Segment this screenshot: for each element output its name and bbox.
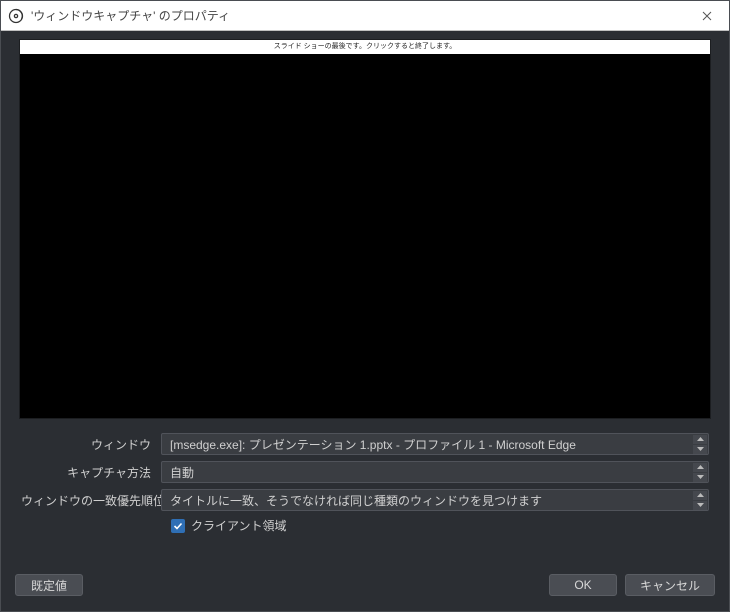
select-capture-method-spin-up[interactable] [693,463,707,472]
select-capture-method-spin-down[interactable] [693,473,707,482]
select-match-priority-spin [692,490,708,510]
select-match-priority-wrap: タイトルに一致、そうでなければ同じ種類のウィンドウを見つけます [161,489,709,511]
ok-button-label: OK [574,578,591,592]
select-match-priority-spin-down[interactable] [693,501,707,510]
select-capture-method-spin [692,462,708,482]
select-window-spin-up[interactable] [693,435,707,444]
row-capture-method: キャプチャ方法 自動 [21,461,709,483]
capture-preview: スライド ショーの最後です。クリックすると終了します。 [19,39,711,419]
select-capture-method[interactable]: 自動 [161,461,709,483]
dialog-body: スライド ショーの最後です。クリックすると終了します。 ウィンドウ [msedg… [1,31,729,567]
select-capture-method-value: 自動 [170,464,194,481]
label-window: ウィンドウ [21,436,161,453]
select-window-value: [msedge.exe]: プレゼンテーション 1.pptx - プロファイル … [170,436,576,453]
label-capture-method: キャプチャ方法 [21,464,161,481]
properties-dialog: 'ウィンドウキャプチャ' のプロパティ スライド ショーの最後です。クリックする… [0,0,730,612]
preview-content: スライド ショーの最後です。クリックすると終了します。 [20,40,710,418]
preview-source-topbar-text: スライド ショーの最後です。クリックすると終了します。 [20,41,710,51]
titlebar: 'ウィンドウキャプチャ' のプロパティ [1,1,729,31]
label-match-priority: ウィンドウの一致優先順位 [21,492,161,509]
dialog-title: 'ウィンドウキャプチャ' のプロパティ [31,7,685,24]
row-client-area: クライアント領域 [21,517,709,534]
checkbox-client-area[interactable] [171,519,185,533]
properties-form: ウィンドウ [msedge.exe]: プレゼンテーション 1.pptx - プ… [7,429,723,534]
defaults-button[interactable]: 既定値 [15,574,83,596]
defaults-button-label: 既定値 [31,577,67,594]
select-match-priority-spin-up[interactable] [693,491,707,500]
app-icon [7,7,25,25]
select-match-priority-value: タイトルに一致、そうでなければ同じ種類のウィンドウを見つけます [170,492,542,509]
select-capture-method-wrap: 自動 [161,461,709,483]
row-window: ウィンドウ [msedge.exe]: プレゼンテーション 1.pptx - プ… [21,433,709,455]
select-match-priority[interactable]: タイトルに一致、そうでなければ同じ種類のウィンドウを見つけます [161,489,709,511]
select-window-spin-down[interactable] [693,445,707,454]
cancel-button[interactable]: キャンセル [625,574,715,596]
select-window[interactable]: [msedge.exe]: プレゼンテーション 1.pptx - プロファイル … [161,433,709,455]
close-button[interactable] [685,1,729,31]
cancel-button-label: キャンセル [640,577,700,594]
row-match-priority: ウィンドウの一致優先順位 タイトルに一致、そうでなければ同じ種類のウィンドウを見… [21,489,709,511]
dialog-footer: 既定値 OK キャンセル [1,567,729,611]
select-window-spin [692,434,708,454]
select-window-wrap: [msedge.exe]: プレゼンテーション 1.pptx - プロファイル … [161,433,709,455]
ok-button[interactable]: OK [549,574,617,596]
label-client-area[interactable]: クライアント領域 [191,517,287,534]
